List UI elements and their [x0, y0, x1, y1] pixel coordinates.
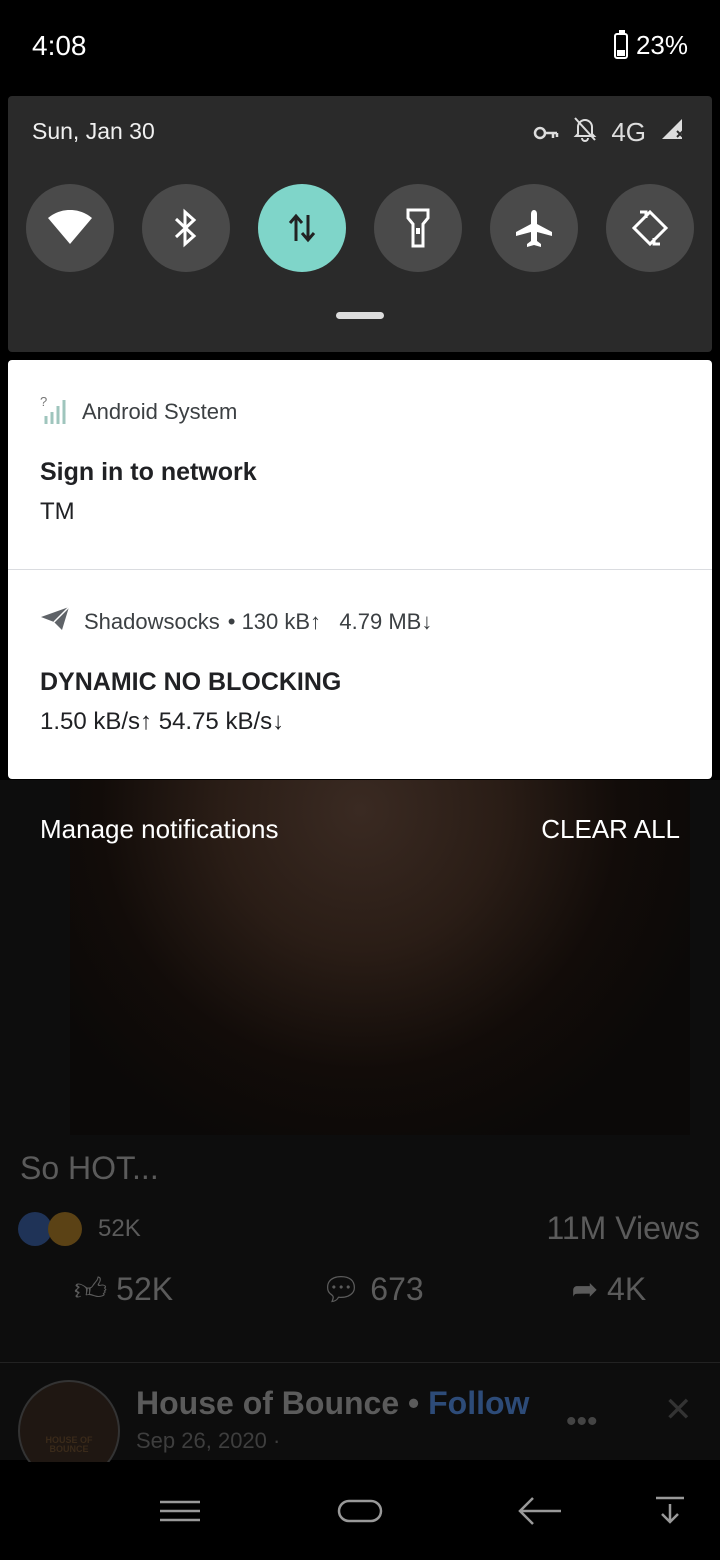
qs-status-icons: 4G: [533, 116, 686, 149]
notification-text: TM: [40, 498, 75, 525]
close-icon[interactable]: ✕: [664, 1390, 693, 1430]
quick-settings-panel: Sun, Jan 30 4G: [8, 96, 712, 352]
post-caption: So HOT...: [20, 1150, 159, 1186]
feed-divider: [0, 1362, 720, 1363]
page-name[interactable]: House of Bounce: [136, 1385, 399, 1421]
share-icon: ➦: [571, 1271, 599, 1307]
post-actions: 👍︎ 52K 💬︎ 673 ➦ 4K: [0, 1270, 720, 1309]
menu-button[interactable]: [150, 1486, 210, 1536]
notification-header: Shadowsocks • 130 kB↑ 4.79 MB↓: [40, 606, 432, 638]
qs-tiles: [26, 184, 694, 272]
post-date: Sep 26, 2020 ·: [136, 1428, 281, 1453]
status-time: 4:08: [32, 30, 87, 61]
back-button[interactable]: [510, 1486, 570, 1536]
wifi-icon: [48, 210, 92, 244]
no-signal-icon: ?: [40, 394, 68, 430]
battery-icon: [613, 29, 628, 59]
notification-android-system[interactable]: ? Android System Sign in to network TM: [8, 360, 712, 569]
auto-rotate-tile[interactable]: [606, 184, 694, 272]
signal-icon: [660, 117, 686, 148]
bluetooth-icon: [174, 208, 197, 248]
notification-app-name: Android System: [82, 399, 238, 424]
notification-app-name: Shadowsocks: [84, 609, 220, 634]
flashlight-icon: [406, 208, 430, 248]
manage-notifications-button[interactable]: Manage notifications: [40, 814, 278, 845]
battery-percent: 23%: [635, 30, 688, 60]
like-button[interactable]: 👍︎ 52K: [74, 1270, 173, 1309]
airplane-icon: [516, 210, 552, 247]
paper-plane-icon: [40, 606, 70, 638]
home-button[interactable]: [330, 1486, 390, 1536]
back-arrow-icon: [518, 1497, 561, 1525]
more-options-icon[interactable]: •••: [566, 1405, 598, 1439]
notification-title: Sign in to network: [40, 458, 257, 486]
pull-down-icon: [656, 1496, 684, 1524]
clear-all-button[interactable]: CLEAR ALL: [541, 814, 680, 845]
name-separator: •: [408, 1385, 420, 1421]
notification-list: ? Android System Sign in to network TM S…: [8, 360, 712, 779]
wow-reaction-icon: [48, 1212, 82, 1246]
page-avatar-text: HOUSE OF BOUNCE: [45, 1435, 93, 1454]
notification-shadowsocks[interactable]: Shadowsocks • 130 kB↑ 4.79 MB↓ DYNAMIC N…: [8, 570, 712, 779]
notification-pull-button[interactable]: [640, 1486, 700, 1536]
qs-expand-handle[interactable]: [336, 312, 384, 319]
airplane-mode-tile[interactable]: [490, 184, 578, 272]
data-transfer-icon: [288, 213, 316, 243]
notification-title: DYNAMIC NO BLOCKING: [40, 668, 342, 696]
thumbs-up-icon: 👍︎: [73, 1271, 108, 1307]
share-button[interactable]: ➦ 4K: [571, 1270, 646, 1309]
home-icon: [337, 1499, 383, 1523]
reaction-count: 52K: [98, 1215, 141, 1242]
comment-button[interactable]: 💬︎ 673: [321, 1270, 424, 1309]
qs-date: Sun, Jan 30: [32, 118, 155, 144]
navigation-bar: [0, 1462, 720, 1560]
network-label: 4G: [611, 117, 646, 147]
flashlight-tile[interactable]: [374, 184, 462, 272]
view-count: 11M Views: [546, 1210, 700, 1246]
menu-icon: [160, 1500, 200, 1522]
bell-off-icon: [573, 116, 597, 149]
notification-traffic-meta: • 130 kB↑ 4.79 MB↓: [227, 609, 433, 634]
follow-button[interactable]: Follow: [428, 1385, 529, 1421]
vpn-key-icon: [533, 117, 559, 148]
svg-text:?: ?: [40, 394, 47, 409]
notification-text: 1.50 kB/s↑ 54.75 kB/s↓: [40, 708, 285, 735]
reaction-icons: [18, 1212, 82, 1246]
bluetooth-tile[interactable]: [142, 184, 230, 272]
notification-header: ? Android System: [40, 394, 237, 430]
battery-status: 23%: [613, 29, 688, 61]
wifi-tile[interactable]: [26, 184, 114, 272]
page-name-row: House of Bounce • Follow: [136, 1385, 529, 1422]
comment-icon: 💬︎: [320, 1271, 362, 1307]
share-count: 4K: [607, 1271, 647, 1307]
auto-rotate-icon: [631, 209, 669, 247]
comment-count: 673: [370, 1271, 424, 1307]
like-reaction-icon: [18, 1212, 52, 1246]
like-count: 52K: [116, 1271, 174, 1307]
mobile-data-tile[interactable]: [258, 184, 346, 272]
